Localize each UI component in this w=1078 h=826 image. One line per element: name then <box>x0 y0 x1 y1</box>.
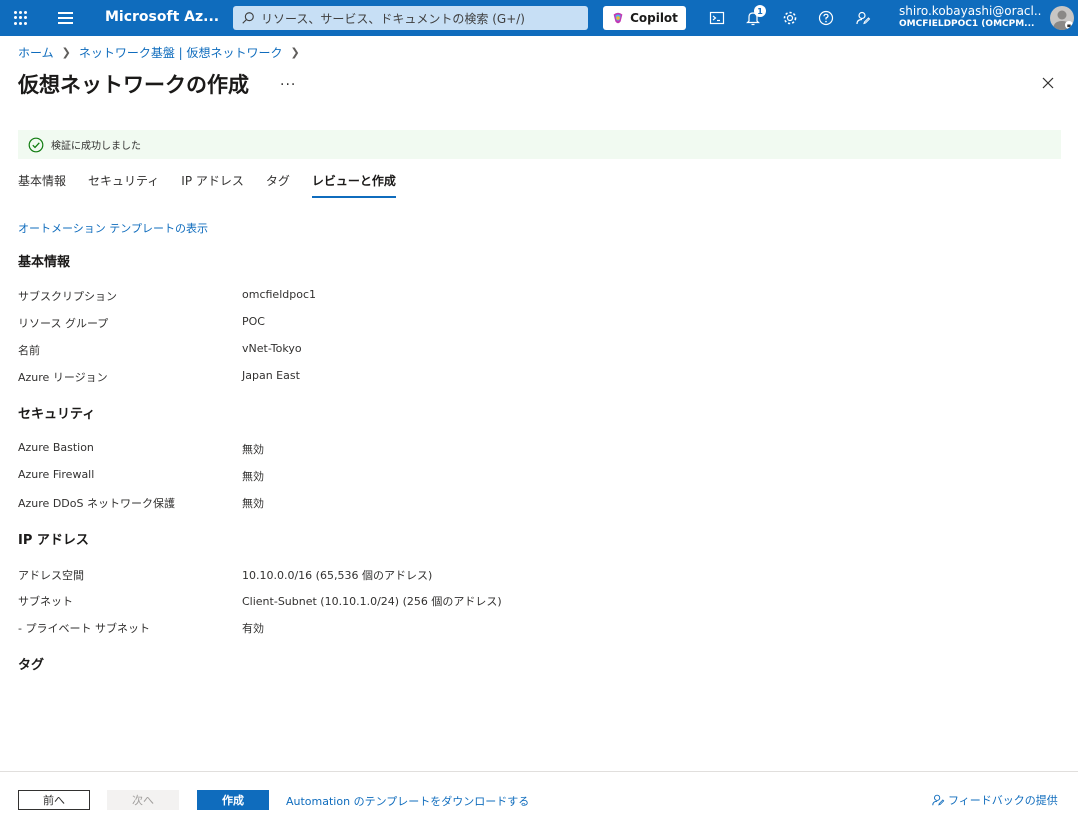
row-label: Azure DDoS ネットワーク保護 <box>18 497 175 510</box>
search-input[interactable]: リソース、サービス、ドキュメントの検索 (G+/) <box>233 6 588 30</box>
help-icon[interactable] <box>816 8 836 28</box>
row-label: Azure Firewall <box>18 468 95 481</box>
close-icon[interactable] <box>1040 75 1056 91</box>
more-options-button[interactable]: ... <box>280 73 296 89</box>
tab-list: 基本情報 セキュリティ IP アドレス タグ レビューと作成 <box>18 172 418 198</box>
view-automation-template-link[interactable]: オートメーション テンプレートの表示 <box>18 220 208 236</box>
top-navigation-bar: Microsoft Az... リソース、サービス、ドキュメントの検索 (G+/… <box>0 0 1078 36</box>
search-icon <box>242 12 254 24</box>
row-value: Japan East <box>242 369 300 382</box>
tab-review-create[interactable]: レビューと作成 <box>311 172 396 198</box>
chevron-right-icon: ❯ <box>290 46 300 59</box>
banner-text: 検証に成功しました <box>51 141 141 152</box>
tab-tags[interactable]: タグ <box>266 172 290 198</box>
download-template-link[interactable]: Automation のテンプレートをダウンロードする <box>286 793 529 809</box>
tab-security[interactable]: セキュリティ <box>88 172 159 198</box>
page-title: 仮想ネットワークの作成 <box>18 73 249 97</box>
section-title-tags: タグ <box>18 658 45 673</box>
avatar[interactable] <box>1050 6 1074 30</box>
previous-button[interactable]: 前へ <box>18 790 90 810</box>
row-label: リソース グループ <box>18 317 109 330</box>
copilot-button[interactable]: Copilot <box>603 6 686 30</box>
breadcrumb-parent[interactable]: ネットワーク基盤 | 仮想ネットワーク <box>79 44 283 61</box>
portal-brand[interactable]: Microsoft Az... <box>105 9 219 25</box>
breadcrumb: ホーム ❯ ネットワーク基盤 | 仮想ネットワーク ❯ <box>18 44 308 61</box>
feedback-link[interactable]: フィードバックの提供 <box>931 792 1058 808</box>
footer-divider <box>0 771 1078 772</box>
feedback-icon[interactable] <box>853 8 873 28</box>
row-label: サブスクリプション <box>18 290 117 303</box>
row-value: 有効 <box>242 622 264 635</box>
tab-basics[interactable]: 基本情報 <box>18 172 66 198</box>
tab-ip-addresses[interactable]: IP アドレス <box>181 172 244 198</box>
feedback-label: フィードバックの提供 <box>948 794 1058 807</box>
row-value: Client-Subnet (10.10.1.0/24) (256 個のアドレス… <box>242 595 502 608</box>
app-launcher-icon[interactable] <box>14 11 28 25</box>
create-button[interactable]: 作成 <box>197 790 269 810</box>
row-value: POC <box>242 315 265 328</box>
row-label: 名前 <box>18 344 40 357</box>
row-value: 無効 <box>242 443 264 456</box>
copilot-icon <box>613 12 623 24</box>
check-circle-icon <box>28 137 44 152</box>
notification-badge: 1 <box>754 5 766 17</box>
row-value: 無効 <box>242 497 264 510</box>
breadcrumb-home[interactable]: ホーム <box>18 44 54 61</box>
row-value: 10.10.0.0/16 (65,536 個のアドレス) <box>242 569 433 582</box>
row-label: - プライベート サブネット <box>18 622 150 635</box>
row-value: vNet-Tokyo <box>242 342 302 355</box>
gear-icon[interactable] <box>780 8 800 28</box>
next-button[interactable]: 次へ <box>107 790 179 810</box>
chevron-right-icon: ❯ <box>61 46 71 59</box>
section-title-ip-addresses: IP アドレス <box>18 533 89 548</box>
copilot-label: Copilot <box>630 11 678 25</box>
search-placeholder: リソース、サービス、ドキュメントの検索 (G+/) <box>261 11 525 26</box>
row-label: サブネット <box>18 595 73 608</box>
row-label: Azure リージョン <box>18 371 108 384</box>
menu-icon[interactable] <box>58 12 73 24</box>
account-info[interactable]: shiro.kobayashi@oracl... OMCFIELDPOC1 (O… <box>899 5 1042 31</box>
account-tenant: OMCFIELDPOC1 (OMCPM... <box>899 19 1035 29</box>
row-label: Azure Bastion <box>18 441 94 454</box>
section-title-security: セキュリティ <box>18 407 96 422</box>
row-value: omcfieldpoc1 <box>242 288 316 301</box>
section-title-basics: 基本情報 <box>18 255 71 270</box>
cloud-shell-icon[interactable] <box>707 8 727 28</box>
account-user: shiro.kobayashi@oracl... <box>899 5 1042 18</box>
validation-banner: 検証に成功しました <box>18 130 1061 159</box>
row-label: アドレス空間 <box>18 569 84 582</box>
feedback-person-icon <box>932 794 945 806</box>
row-value: 無効 <box>242 470 264 483</box>
